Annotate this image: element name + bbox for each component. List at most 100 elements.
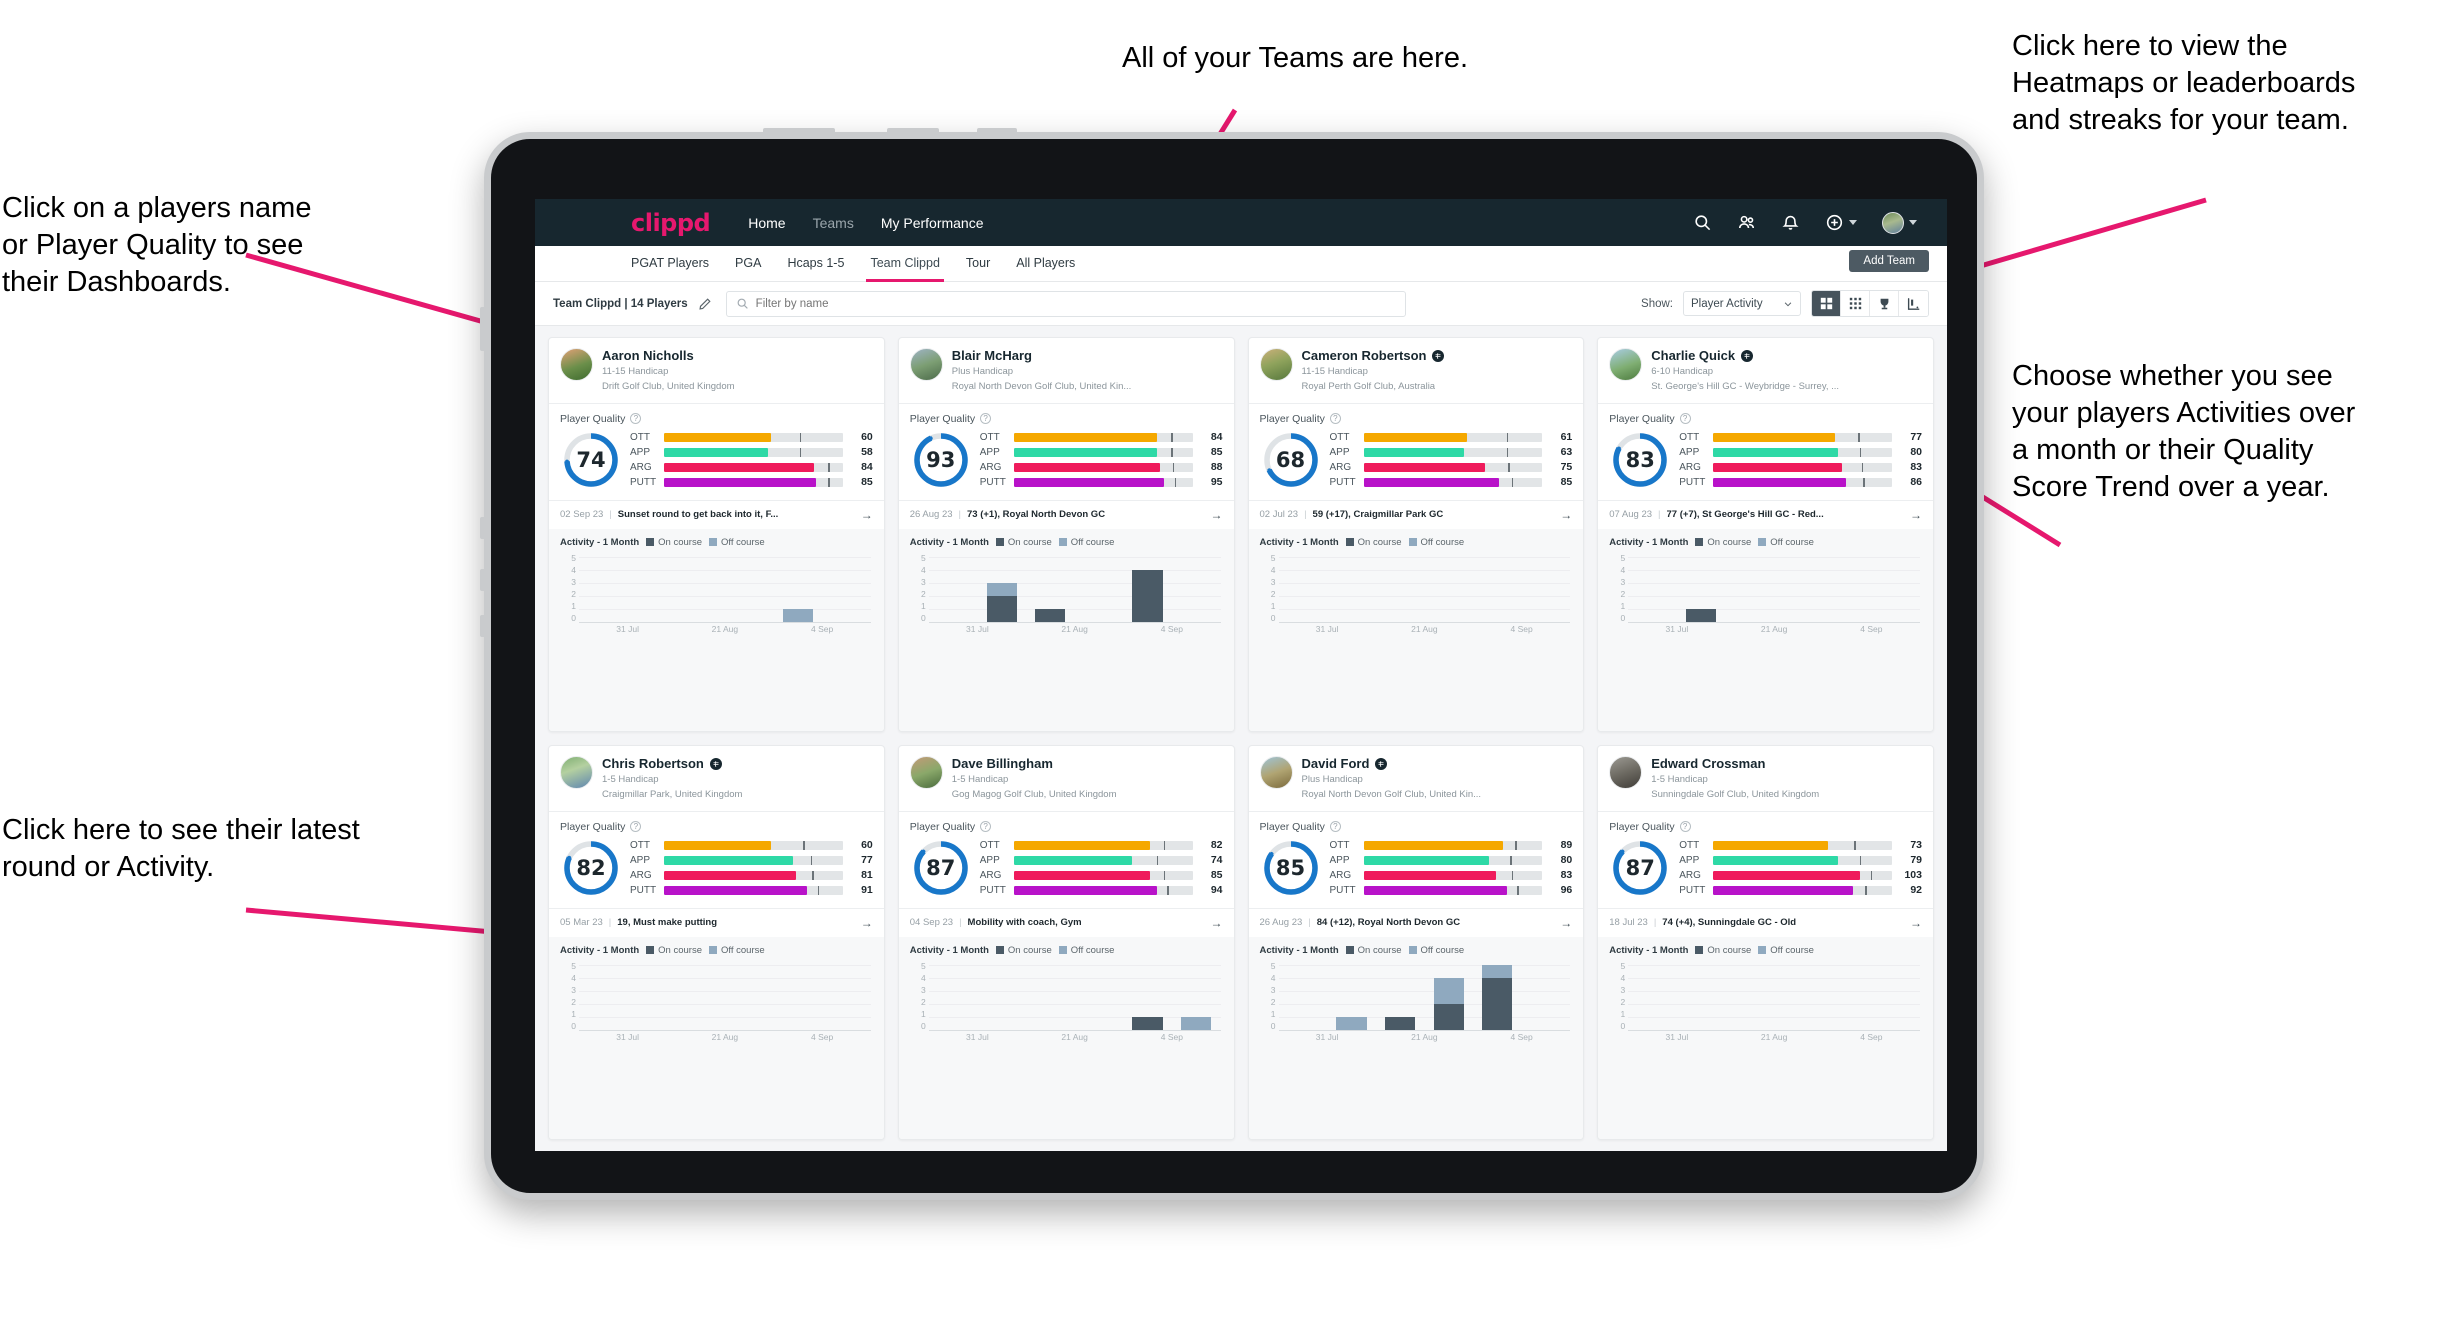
question-icon[interactable]: ?: [630, 413, 642, 425]
question-icon[interactable]: ?: [980, 413, 992, 425]
player-avatar[interactable]: [909, 756, 943, 789]
player-name[interactable]: Cameron Robertson: [1302, 348, 1427, 363]
player-name[interactable]: Dave Billingham: [952, 756, 1053, 771]
latest-round-row[interactable]: 02 Sep 23 | Sunset round to get back int…: [549, 499, 884, 529]
tab-pgat-players[interactable]: PGAT Players: [631, 256, 709, 272]
tab-all-players[interactable]: All Players: [1016, 256, 1075, 272]
player-header[interactable]: Blair McHarg Plus Handicap Royal North D…: [899, 338, 1234, 403]
player-avatar[interactable]: [1259, 348, 1293, 381]
player-quality-section[interactable]: Player Quality ? 74 OTT 60 APP 58 ARG 84…: [549, 404, 884, 500]
view-grid-small-button[interactable]: [1841, 291, 1870, 316]
round-arrow-icon[interactable]: →: [861, 508, 873, 522]
latest-round-row[interactable]: 18 Jul 23 | 74 (+4), Sunningdale GC - Ol…: [1598, 907, 1933, 937]
latest-round-row[interactable]: 05 Mar 23 | 19, Must make putting →: [549, 907, 884, 937]
latest-round-row[interactable]: 26 Aug 23 | 73 (+1), Royal North Devon G…: [898, 499, 1234, 529]
latest-round-row[interactable]: 07 Aug 23 | 77 (+7), St George's Hill GC…: [1598, 499, 1933, 529]
legend-label-off: Off course: [721, 536, 765, 548]
bell-icon[interactable]: [1781, 213, 1800, 232]
round-arrow-icon[interactable]: →: [1560, 508, 1572, 522]
player-header[interactable]: Chris Robertson 1-5 Handicap Craigmillar…: [549, 746, 884, 811]
question-icon[interactable]: ?: [1329, 821, 1341, 833]
create-menu[interactable]: [1825, 213, 1857, 232]
player-header[interactable]: Cameron Robertson 11-15 Handicap Royal P…: [1249, 338, 1584, 403]
quality-score-donut: 83: [1609, 429, 1671, 491]
nav-link-home[interactable]: Home: [748, 215, 785, 231]
x-axis-label: 21 Aug: [1760, 1031, 1788, 1042]
profile-menu[interactable]: [1882, 211, 1917, 234]
player-name[interactable]: Charlie Quick: [1651, 348, 1735, 363]
player-quality-section[interactable]: Player Quality ? 87 OTT 82 APP 74 ARG 85…: [899, 812, 1234, 908]
tab-tour[interactable]: Tour: [966, 256, 990, 272]
player-quality-section[interactable]: Player Quality ? 68 OTT 61 APP 63 ARG 75…: [1249, 404, 1584, 500]
tab-hcaps-1-5[interactable]: Hcaps 1-5: [787, 256, 844, 272]
question-icon[interactable]: ?: [630, 821, 642, 833]
chevron-down-icon[interactable]: [1909, 220, 1917, 225]
nav-link-my-performance[interactable]: My Performance: [881, 215, 984, 231]
player-card[interactable]: Blair McHarg Plus Handicap Royal North D…: [897, 337, 1235, 732]
player-quality-section[interactable]: Player Quality ? 93 OTT 84 APP 85 ARG 88…: [899, 404, 1234, 500]
player-name[interactable]: Edward Crossman: [1651, 756, 1765, 771]
nav-link-teams[interactable]: Teams: [813, 215, 854, 231]
question-icon[interactable]: ?: [1679, 413, 1691, 425]
search-box[interactable]: [725, 290, 1406, 317]
player-avatar[interactable]: [1609, 348, 1643, 381]
x-axis: 31 Jul 21 Aug 4 Sep: [1628, 1032, 1920, 1045]
player-name[interactable]: Chris Robertson: [602, 756, 704, 771]
player-header[interactable]: Charlie Quick 6-10 Handicap St. George's…: [1598, 338, 1933, 403]
plus-circle-icon[interactable]: [1825, 213, 1844, 232]
player-card[interactable]: Dave Billingham 1-5 Handicap Gog Magog G…: [897, 745, 1235, 1140]
player-card[interactable]: Aaron Nicholls 11-15 Handicap Drift Golf…: [548, 337, 885, 732]
people-icon[interactable]: [1737, 213, 1756, 232]
player-name[interactable]: David Ford: [1302, 756, 1370, 771]
player-name[interactable]: Blair McHarg: [952, 348, 1032, 363]
player-card[interactable]: David Ford Plus Handicap Royal North Dev…: [1247, 745, 1585, 1140]
player-avatar[interactable]: [1259, 756, 1293, 789]
player-header[interactable]: Aaron Nicholls 11-15 Handicap Drift Golf…: [549, 338, 884, 403]
player-avatar[interactable]: [560, 756, 593, 789]
player-name[interactable]: Aaron Nicholls: [602, 348, 694, 363]
clippd-logo[interactable]: clippd: [631, 209, 711, 237]
player-header[interactable]: Edward Crossman 1-5 Handicap Sunningdale…: [1598, 746, 1933, 811]
avatar[interactable]: [1882, 211, 1904, 234]
player-header[interactable]: Dave Billingham 1-5 Handicap Gog Magog G…: [899, 746, 1234, 811]
player-quality-section[interactable]: Player Quality ? 87 OTT 73 APP 79 ARG 10…: [1598, 812, 1933, 908]
latest-round-row[interactable]: 04 Sep 23 | Mobility with coach, Gym →: [898, 907, 1234, 937]
question-icon[interactable]: ?: [1679, 821, 1691, 833]
round-arrow-icon[interactable]: →: [1560, 916, 1572, 930]
round-arrow-icon[interactable]: →: [1910, 916, 1922, 930]
metric-row: ARG 84: [630, 461, 873, 473]
view-leaderboard-button[interactable]: [1870, 291, 1899, 316]
add-team-button[interactable]: Add Team: [1849, 250, 1929, 272]
tab-team-clippd[interactable]: Team Clippd: [866, 256, 945, 282]
round-arrow-icon[interactable]: →: [1910, 508, 1922, 522]
tab-pga[interactable]: PGA: [735, 256, 761, 272]
player-header[interactable]: David Ford Plus Handicap Royal North Dev…: [1249, 746, 1584, 811]
search-input[interactable]: [755, 297, 1396, 310]
player-card[interactable]: Chris Robertson 1-5 Handicap Craigmillar…: [548, 745, 885, 1140]
player-avatar[interactable]: [1609, 756, 1643, 789]
question-icon[interactable]: ?: [980, 821, 992, 833]
player-quality-section[interactable]: Player Quality ? 85 OTT 89 APP 80 ARG 83…: [1249, 812, 1584, 908]
chevron-down-icon[interactable]: [1849, 220, 1857, 225]
search-icon[interactable]: [1693, 213, 1712, 232]
question-icon[interactable]: ?: [1329, 413, 1341, 425]
player-avatar[interactable]: [909, 348, 943, 381]
round-arrow-icon[interactable]: →: [861, 916, 873, 930]
player-card[interactable]: Cameron Robertson 11-15 Handicap Royal P…: [1247, 337, 1585, 732]
player-card[interactable]: Charlie Quick 6-10 Handicap St. George's…: [1597, 337, 1934, 732]
view-streaks-button[interactable]: [1899, 291, 1928, 316]
activity-bar: [1482, 964, 1513, 1030]
pencil-icon[interactable]: [698, 297, 712, 311]
latest-round-row[interactable]: 26 Aug 23 | 84 (+12), Royal North Devon …: [1248, 907, 1584, 937]
activity-section: Activity - 1 Month On course Off course …: [1598, 936, 1933, 1139]
plot-area: [579, 964, 871, 1031]
show-select[interactable]: Player Activity: [1683, 291, 1801, 316]
latest-round-row[interactable]: 02 Jul 23 | 59 (+17), Craigmillar Park G…: [1248, 499, 1584, 529]
view-grid-large-button[interactable]: [1812, 291, 1841, 316]
round-arrow-icon[interactable]: →: [1211, 916, 1223, 930]
player-quality-section[interactable]: Player Quality ? 82 OTT 60 APP 77 ARG 81…: [549, 812, 884, 908]
player-quality-section[interactable]: Player Quality ? 83 OTT 77 APP 80 ARG 83…: [1598, 404, 1933, 500]
round-arrow-icon[interactable]: →: [1211, 508, 1223, 522]
player-avatar[interactable]: [560, 348, 593, 381]
player-card[interactable]: Edward Crossman 1-5 Handicap Sunningdale…: [1597, 745, 1934, 1140]
